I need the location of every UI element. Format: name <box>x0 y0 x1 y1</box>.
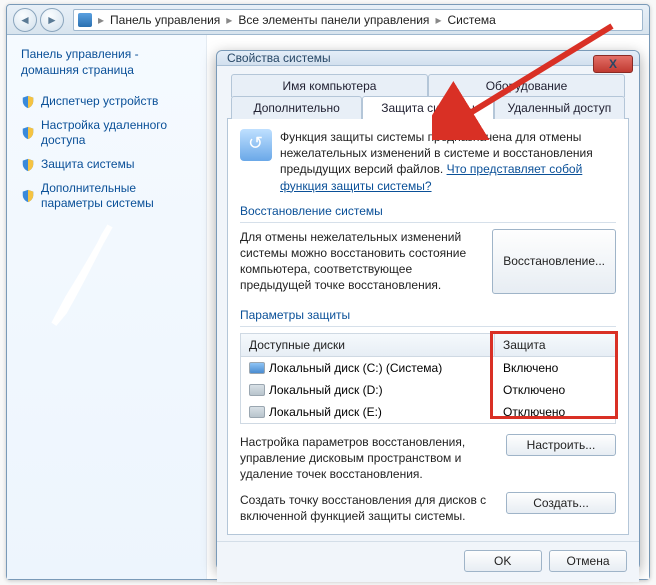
chevron-right-icon: ▸ <box>433 13 443 27</box>
create-button[interactable]: Создать... <box>506 492 616 514</box>
sidebar: Панель управления - домашняя страница Ди… <box>7 35 207 579</box>
nav-back-button[interactable]: ◄ <box>13 8 37 32</box>
drive-table: Доступные диски Защита Локальный диск (C… <box>240 333 616 424</box>
control-panel-icon <box>78 13 92 27</box>
close-icon: X <box>609 57 617 71</box>
drive-icon <box>249 384 265 396</box>
tab-system-protection[interactable]: Защита системы <box>362 96 493 119</box>
sidebar-link: Диспетчер устройств <box>41 94 158 109</box>
address-bar[interactable]: ▸ Панель управления ▸ Все элементы панел… <box>73 9 643 31</box>
breadcrumb-item[interactable]: Панель управления <box>106 13 224 27</box>
shield-icon <box>21 189 35 203</box>
nav-forward-button[interactable]: ► <box>40 8 64 32</box>
cancel-button[interactable]: Отмена <box>549 550 627 572</box>
breadcrumb-item[interactable]: Система <box>443 13 499 27</box>
restore-icon <box>240 129 272 161</box>
drive-name: Локальный диск (C:) (Система) <box>269 361 442 375</box>
dialog-title: Свойства системы <box>227 51 331 65</box>
table-row[interactable]: Локальный диск (D:) Отключено <box>241 379 615 401</box>
table-row[interactable]: Локальный диск (C:) (Система) Включено <box>241 357 615 379</box>
intro-row: Функция защиты системы предназначена для… <box>240 129 616 194</box>
drive-name: Локальный диск (E:) <box>269 405 382 419</box>
sidebar-item-advanced[interactable]: Дополнительные параметры системы <box>21 181 192 211</box>
configure-row: Настройка параметров восстановления, упр… <box>240 434 616 483</box>
sidebar-title: Панель управления - домашняя страница <box>21 47 192 78</box>
protection-group-label: Параметры защиты <box>240 308 616 322</box>
divider <box>240 222 616 223</box>
shield-icon <box>21 158 35 172</box>
column-protection: Защита <box>495 334 615 356</box>
dialog-body: Имя компьютера Оборудование Дополнительн… <box>217 66 639 541</box>
dialog-titlebar: Свойства системы X <box>217 51 639 66</box>
configure-button[interactable]: Настроить... <box>506 434 616 456</box>
tab-hardware[interactable]: Оборудование <box>428 74 625 97</box>
sidebar-link: Защита системы <box>41 157 134 172</box>
restore-row: Для отмены нежелательных изменений систе… <box>240 229 616 294</box>
shield-icon <box>21 126 35 140</box>
breadcrumb-item[interactable]: Все элементы панели управления <box>234 13 433 27</box>
sidebar-item-device-manager[interactable]: Диспетчер устройств <box>21 94 192 109</box>
restore-group-label: Восстановление системы <box>240 204 616 218</box>
drive-icon <box>249 406 265 418</box>
drive-table-header: Доступные диски Защита <box>241 334 615 357</box>
table-row[interactable]: Локальный диск (E:) Отключено <box>241 401 615 423</box>
drive-status: Отключено <box>495 403 615 421</box>
sidebar-link: Дополнительные параметры системы <box>41 181 192 211</box>
drive-name: Локальный диск (D:) <box>269 383 383 397</box>
close-button[interactable]: X <box>593 55 633 73</box>
shield-icon <box>21 95 35 109</box>
drive-icon <box>249 362 265 374</box>
ok-button[interactable]: OK <box>464 550 542 572</box>
tab-content: Функция защиты системы предназначена для… <box>227 119 629 535</box>
tab-computer-name[interactable]: Имя компьютера <box>231 74 428 97</box>
restore-description: Для отмены нежелательных изменений систе… <box>240 229 484 294</box>
configure-description: Настройка параметров восстановления, упр… <box>240 434 498 483</box>
dialog-footer: OK Отмена <box>217 541 639 582</box>
sidebar-item-remote[interactable]: Настройка удаленного доступа <box>21 118 192 148</box>
sidebar-link: Настройка удаленного доступа <box>41 118 192 148</box>
tab-advanced[interactable]: Дополнительно <box>231 96 362 119</box>
tab-strip: Имя компьютера Оборудование Дополнительн… <box>227 74 629 119</box>
drive-status: Отключено <box>495 381 615 399</box>
divider <box>240 326 616 327</box>
column-drives: Доступные диски <box>241 334 495 356</box>
titlebar: ◄ ► ▸ Панель управления ▸ Все элементы п… <box>7 5 649 35</box>
chevron-right-icon: ▸ <box>96 13 106 27</box>
tab-remote-access[interactable]: Удаленный доступ <box>494 96 625 119</box>
create-description: Создать точку восстановления для дисков … <box>240 492 498 524</box>
restore-button[interactable]: Восстановление... <box>492 229 616 294</box>
sidebar-item-system-protection[interactable]: Защита системы <box>21 157 192 172</box>
intro-text: Функция защиты системы предназначена для… <box>280 129 616 194</box>
create-row: Создать точку восстановления для дисков … <box>240 492 616 524</box>
drive-status: Включено <box>495 359 615 377</box>
chevron-right-icon: ▸ <box>224 13 234 27</box>
system-properties-dialog: Свойства системы X Имя компьютера Оборуд… <box>216 50 640 570</box>
